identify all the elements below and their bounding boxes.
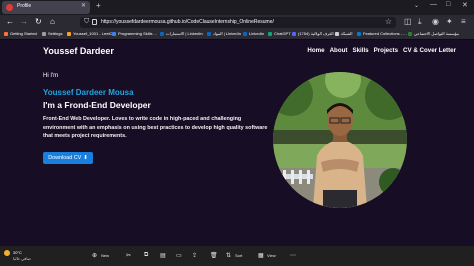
download-cv-label: Download CV	[48, 155, 82, 161]
bookmark-item[interactable]: Youssef_1001 - LeetC...	[67, 31, 116, 36]
sort-icon[interactable]: ⇅	[226, 252, 231, 259]
bookmark-item[interactable]: المواد | LinkedIn	[207, 31, 241, 36]
nav-toolbar: ← → ↻ ⌂ ⛉ https://youssefdardeermousa.gi…	[0, 15, 474, 30]
bookmark-leetcode-icon	[67, 31, 71, 36]
tab-profile[interactable]: Profile ✕	[2, 1, 90, 14]
copy-icon[interactable]: ⧉	[144, 252, 148, 259]
weather-desc[interactable]: صافي غالبا	[13, 256, 31, 261]
bookmarks-toolbar: Getting Started Settings Youssef_1001 - …	[0, 30, 474, 40]
bookmark-item[interactable]: الاستمارات | LinkedIn	[160, 31, 203, 36]
menu-icon[interactable]: ≡	[461, 17, 466, 26]
tab-title: Profile	[17, 3, 32, 9]
bookmark-page-icon	[357, 31, 361, 36]
cut-icon[interactable]: ✂	[126, 252, 131, 259]
download-icon: ⬇	[83, 155, 88, 161]
weather-sun-icon[interactable]	[4, 250, 10, 256]
bookmark-linkedin-icon	[160, 31, 164, 36]
person-name: Youssef Dardeer Mousa	[43, 88, 134, 97]
home-icon[interactable]: ⌂	[50, 17, 55, 26]
delete-icon[interactable]: 🗑	[210, 252, 218, 259]
bookmark-firefox-icon	[4, 31, 8, 36]
profile-photo	[273, 72, 407, 208]
rename-icon[interactable]: ▭	[176, 252, 182, 259]
minimize-icon[interactable]: —	[430, 1, 437, 8]
bookmark-item[interactable]: Programming Skills ...	[112, 31, 157, 36]
nav-link-projects[interactable]: Projects	[374, 47, 398, 54]
taskbar: 30°C صافي غالبا ⊕ New ✂ ⧉ ▤ ▭ ⇪ 🗑 ⇅ Sort…	[0, 246, 474, 266]
extensions-icon[interactable]: ✦	[446, 17, 453, 26]
view-label[interactable]: View	[267, 253, 276, 258]
site-nav: Home About Skills Projects CV & Cover Le…	[307, 47, 456, 54]
new-label[interactable]: New	[101, 253, 109, 258]
bookmark-item[interactable]: Featured Collections - ...	[357, 31, 407, 36]
new-item-icon[interactable]: ⊕	[92, 252, 97, 259]
bookmark-item[interactable]: مؤسسة التواصل الاجتماعي	[408, 31, 459, 36]
bookmark-page-icon	[408, 31, 412, 36]
bookmark-item[interactable]: (1754) الغرف الولائية - ...	[292, 31, 340, 36]
nav-link-skills[interactable]: Skills	[352, 47, 368, 54]
page-content: Youssef Dardeer Home About Skills Projec…	[0, 40, 474, 246]
account-icon[interactable]: ◉	[432, 17, 439, 26]
new-tab-icon[interactable]: +	[96, 1, 101, 10]
share-icon[interactable]: ⇪	[192, 252, 197, 259]
lock-icon[interactable]	[92, 19, 97, 25]
tab-bar: Profile ✕ + ⌄ — □ ✕	[0, 0, 474, 15]
bookmark-item[interactable]: ChatGPT	[268, 31, 291, 36]
weather-temp[interactable]: 30°C	[13, 250, 22, 255]
bookmark-item[interactable]: الشبكة	[335, 31, 352, 36]
forward-icon[interactable]: →	[20, 17, 28, 26]
sort-label[interactable]: Sort	[235, 253, 242, 258]
bio-text: Front-End Web Developer. Loves to write …	[43, 116, 268, 139]
back-icon[interactable]: ←	[6, 17, 14, 26]
more-options-icon[interactable]: ⋯	[290, 252, 296, 259]
bookmark-page-icon	[335, 31, 339, 36]
bookmark-chatgpt-icon	[268, 31, 272, 36]
url-bar[interactable]: ⛉ https://youssefdardeermousa.github.io/…	[80, 17, 396, 28]
reload-icon[interactable]: ↻	[35, 17, 42, 26]
nav-link-about[interactable]: About	[330, 47, 348, 54]
bookmark-item[interactable]: Settings	[42, 31, 62, 36]
bookmark-page-icon	[292, 31, 296, 36]
nav-link-home[interactable]: Home	[307, 47, 324, 54]
url-text[interactable]: https://youssefdardeermousa.github.io/Co…	[101, 19, 274, 25]
greeting: Hi I'm	[43, 73, 59, 79]
bookmark-linkedin-icon	[243, 31, 247, 36]
bookmark-item[interactable]: LinkedIn	[243, 31, 264, 36]
bookmark-star-icon[interactable]: ☆	[385, 17, 392, 26]
bookmark-gear-icon	[42, 31, 46, 36]
bookmark-page-icon	[112, 31, 116, 36]
list-tabs-icon[interactable]: ⌄	[414, 2, 419, 9]
pocket-icon[interactable]: ◫	[404, 17, 412, 26]
nav-link-cv[interactable]: CV & Cover Letter	[403, 47, 456, 54]
view-icon[interactable]: ▦	[258, 252, 264, 259]
role-heading: I'm a Frond-End Developer	[43, 100, 151, 110]
downloads-icon[interactable]: ⤓	[418, 17, 422, 27]
window-close-icon[interactable]: ✕	[462, 1, 468, 9]
download-cv-button[interactable]: Download CV ⬇	[43, 152, 93, 164]
paste-icon[interactable]: ▤	[160, 252, 166, 259]
site-brand[interactable]: Youssef Dardeer	[43, 46, 114, 56]
tab-favicon-icon	[6, 4, 13, 11]
profile-photo-image	[273, 72, 407, 208]
bookmark-linkedin-icon	[207, 31, 211, 36]
shield-icon[interactable]: ⛉	[84, 18, 89, 26]
close-tab-icon[interactable]: ✕	[81, 2, 86, 9]
bookmark-item[interactable]: Getting Started	[4, 31, 37, 36]
maximize-icon[interactable]: □	[446, 1, 450, 8]
